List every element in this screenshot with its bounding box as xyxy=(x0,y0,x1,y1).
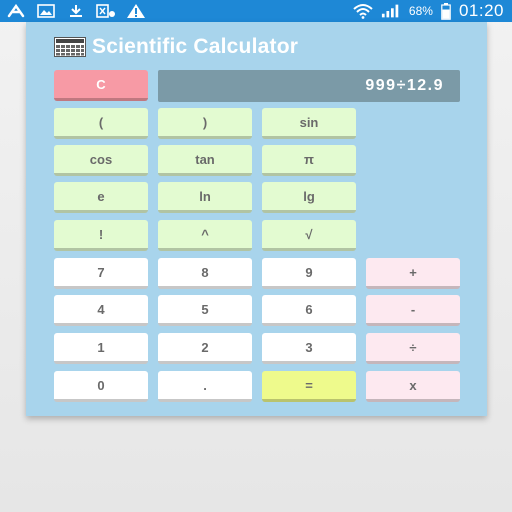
sin-button[interactable]: sin xyxy=(262,108,356,139)
download-icon xyxy=(66,3,86,19)
digit-8-button[interactable]: 8 xyxy=(158,258,252,289)
calculator-icon xyxy=(54,37,86,57)
digit-6-button[interactable]: 6 xyxy=(262,295,356,326)
divide-button[interactable]: ÷ xyxy=(366,333,460,364)
app-title: Scientific Calculator xyxy=(92,35,299,58)
digit-1-button[interactable]: 1 xyxy=(54,333,148,364)
plus-button[interactable]: + xyxy=(366,258,460,289)
sqrt-button[interactable]: √ xyxy=(262,220,356,251)
close-paren-button[interactable]: ) xyxy=(158,108,252,139)
avast-icon xyxy=(6,3,26,19)
open-paren-button[interactable]: ( xyxy=(54,108,148,139)
status-bar: 68% 01:20 xyxy=(0,0,512,22)
digit-9-button[interactable]: 9 xyxy=(262,258,356,289)
clear-button[interactable]: C xyxy=(54,70,148,101)
digit-5-button[interactable]: 5 xyxy=(158,295,252,326)
digit-2-button[interactable]: 2 xyxy=(158,333,252,364)
digit-4-button[interactable]: 4 xyxy=(54,295,148,326)
digit-0-button[interactable]: 0 xyxy=(54,371,148,402)
expression-display: 999÷12.9 xyxy=(158,70,460,102)
lg-button[interactable]: lg xyxy=(262,182,356,213)
title-bar: Scientific Calculator xyxy=(54,34,298,60)
gallery-icon xyxy=(36,3,56,19)
warning-icon xyxy=(126,3,146,19)
minus-button[interactable]: - xyxy=(366,295,460,326)
ln-button[interactable]: ln xyxy=(158,182,252,213)
signal-icon xyxy=(381,3,401,19)
battery-percent: 68% xyxy=(408,4,433,18)
equals-button[interactable]: = xyxy=(262,371,356,402)
pi-button[interactable]: π xyxy=(262,145,356,176)
sim-settings-icon xyxy=(96,3,116,19)
calculator-window: Scientific Calculator C 999÷12.9 ( ) sin… xyxy=(26,22,487,416)
wifi-icon xyxy=(353,3,373,19)
decimal-button[interactable]: . xyxy=(158,371,252,402)
cos-button[interactable]: cos xyxy=(54,145,148,176)
digit-3-button[interactable]: 3 xyxy=(262,333,356,364)
digit-7-button[interactable]: 7 xyxy=(54,258,148,289)
multiply-button[interactable]: x xyxy=(366,371,460,402)
power-button[interactable]: ^ xyxy=(158,220,252,251)
factorial-button[interactable]: ! xyxy=(54,220,148,251)
battery-icon xyxy=(441,2,451,20)
tan-button[interactable]: tan xyxy=(158,145,252,176)
clock: 01:20 xyxy=(458,1,504,20)
e-button[interactable]: e xyxy=(54,182,148,213)
